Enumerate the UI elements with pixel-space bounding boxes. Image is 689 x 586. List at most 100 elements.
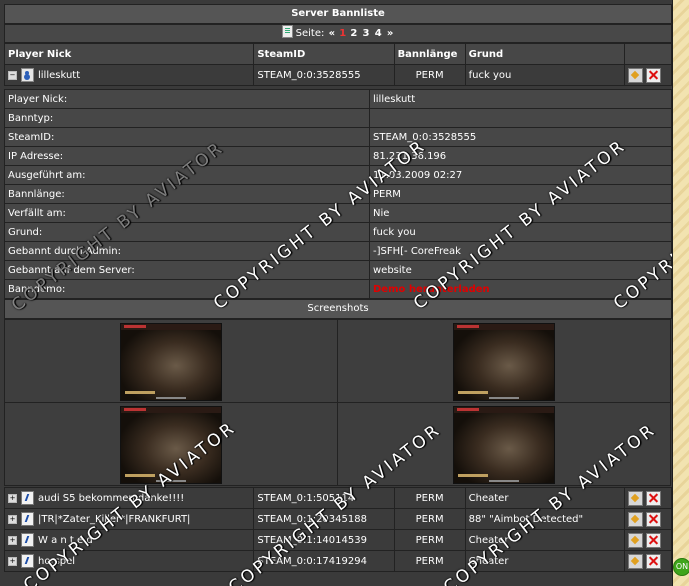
row-reason: Cheater — [464, 529, 625, 551]
detail-value: PERM — [369, 184, 672, 204]
detail-row: Banntyp: — [4, 108, 672, 128]
row-nick: W a n t e d — [38, 535, 93, 546]
delete-icon[interactable] — [646, 553, 662, 569]
detail-label: Banntyp: — [4, 108, 370, 128]
row-actions — [623, 508, 672, 530]
user-icon — [21, 68, 34, 82]
row-actions — [623, 529, 672, 551]
pager-page-1[interactable]: 1 — [339, 28, 346, 39]
expand-icon[interactable]: + — [8, 556, 17, 566]
detail-value: fuck you — [369, 222, 672, 242]
screenshot-cell — [337, 402, 671, 486]
pager-prev[interactable]: « — [329, 28, 335, 39]
detail-row: Grund: fuck you — [4, 222, 672, 242]
detail-value: lilleskutt — [369, 89, 672, 109]
delete-icon[interactable] — [646, 490, 662, 506]
edit-icon[interactable] — [627, 67, 643, 83]
row-nick-cell[interactable]: + horspel — [3, 550, 255, 572]
row-nick-cell[interactable]: − lilleskutt — [3, 64, 255, 86]
detail-row: Verfällt am: Nie — [4, 203, 672, 223]
screenshot-thumbnail[interactable] — [120, 406, 222, 484]
row-reason: fuck you — [464, 64, 625, 86]
row-length: PERM — [393, 508, 466, 530]
row-reason: 88" "Aimbot Detected" — [464, 508, 625, 530]
row-steamid: STEAM_0:0:17419294 — [253, 550, 395, 572]
detail-row: Gebannt auf dem Server: website — [4, 260, 672, 280]
cheater-icon — [21, 491, 34, 505]
table-row[interactable]: + W a n t e d STEAM_0:1:14014539 PERM Cheate… — [3, 529, 672, 551]
row-nick-cell[interactable]: + |TR|*Zater_Killer*|FRANKFURT| — [3, 508, 255, 530]
row-nick-cell[interactable]: + W a n t e d — [3, 529, 255, 551]
table-row[interactable]: + |TR|*Zater_Killer*|FRANKFURT| STEAM_0:1:… — [3, 508, 672, 530]
page-background-strip: ON — [672, 0, 689, 586]
demo-download-link[interactable]: Demo herunterladen — [369, 279, 672, 299]
detail-label: Verfällt am: — [4, 203, 370, 223]
edit-icon[interactable] — [627, 532, 643, 548]
row-steamid: STEAM_0:0:3528555 — [253, 64, 395, 86]
row-steamid: STEAM_0:1:505114 — [253, 487, 395, 509]
col-reason: Grund — [464, 43, 625, 65]
detail-label: Gebannt durch Admin: — [4, 241, 370, 261]
detail-label: Bannlänge: — [4, 184, 370, 204]
expand-icon[interactable]: + — [8, 535, 17, 545]
row-length: PERM — [393, 64, 466, 86]
screenshot-cell — [4, 319, 338, 403]
row-nick: |TR|*Zater_Killer*|FRANKFURT| — [38, 514, 191, 525]
collapse-icon[interactable]: − — [8, 70, 17, 80]
row-actions — [623, 550, 672, 572]
expand-icon[interactable]: + — [8, 493, 17, 503]
edit-icon[interactable] — [627, 511, 643, 527]
document-icon — [281, 25, 293, 38]
expand-icon[interactable]: + — [8, 514, 17, 524]
row-steamid: STEAM_0:1:14014539 — [253, 529, 395, 551]
online-badge: ON — [673, 558, 689, 576]
row-length: PERM — [393, 529, 466, 551]
delete-icon[interactable] — [646, 511, 662, 527]
row-reason: Cheater — [464, 487, 625, 509]
page-title: Server Bannliste — [4, 4, 672, 24]
pager-page-4[interactable]: 4 — [375, 28, 382, 39]
detail-label: Grund: — [4, 222, 370, 242]
pager-page-2[interactable]: 2 — [350, 28, 357, 39]
row-nick: lilleskutt — [38, 70, 81, 81]
detail-row: Banndemo: Demo herunterladen — [4, 279, 672, 299]
cheater-icon — [21, 554, 34, 568]
row-length: PERM — [393, 487, 466, 509]
detail-value: STEAM_0:0:3528555 — [369, 127, 672, 147]
ban-table-header: Player Nick SteamID Bannlänge Grund − lil… — [3, 43, 672, 86]
detail-row: Player Nick: lilleskutt — [4, 89, 672, 109]
pagination: Seite: « 1 2 3 4 » — [4, 24, 672, 43]
detail-row: SteamID: STEAM_0:0:3528555 — [4, 127, 672, 147]
row-nick: audi S5 bekommen danke!!!! — [38, 493, 185, 504]
delete-icon[interactable] — [646, 532, 662, 548]
delete-icon[interactable] — [646, 67, 662, 83]
edit-icon[interactable] — [627, 553, 643, 569]
col-steamid: SteamID — [253, 43, 395, 65]
detail-row: Gebannt durch Admin: -]SFH[- CoreFreak — [4, 241, 672, 261]
col-ban-length: Bannlänge — [393, 43, 466, 65]
col-player-nick: Player Nick — [3, 43, 255, 65]
pager-next[interactable]: » — [387, 28, 393, 39]
edit-icon[interactable] — [627, 490, 643, 506]
detail-label: Ausgeführt am: — [4, 165, 370, 185]
detail-label: Gebannt auf dem Server: — [4, 260, 370, 280]
cheater-icon — [21, 533, 34, 547]
detail-value — [369, 108, 672, 128]
detail-row: IP Adresse: 81.231.36.196 — [4, 146, 672, 166]
detail-value: 11.03.2009 02:27 — [369, 165, 672, 185]
screenshot-thumbnail[interactable] — [120, 323, 222, 401]
screenshot-cell — [4, 402, 338, 486]
screenshot-thumbnail[interactable] — [453, 406, 555, 484]
screenshot-thumbnail[interactable] — [453, 323, 555, 401]
detail-label: IP Adresse: — [4, 146, 370, 166]
pager-page-3[interactable]: 3 — [363, 28, 370, 39]
col-actions — [623, 43, 672, 65]
row-nick-cell[interactable]: + audi S5 bekommen danke!!!! — [3, 487, 255, 509]
table-row[interactable]: + audi S5 bekommen danke!!!! STEAM_0:1:505… — [3, 487, 672, 509]
table-row[interactable]: + horspel STEAM_0:0:17419294 PERM Cheater — [3, 550, 672, 572]
table-row-expanded[interactable]: − lilleskutt STEAM_0:0:3528555 PERM fuck … — [3, 64, 672, 86]
detail-value: website — [369, 260, 672, 280]
screenshots-grid — [4, 319, 672, 486]
ban-table-rows: + audi S5 bekommen danke!!!! STEAM_0:1:505… — [3, 487, 672, 572]
detail-label: Player Nick: — [4, 89, 370, 109]
